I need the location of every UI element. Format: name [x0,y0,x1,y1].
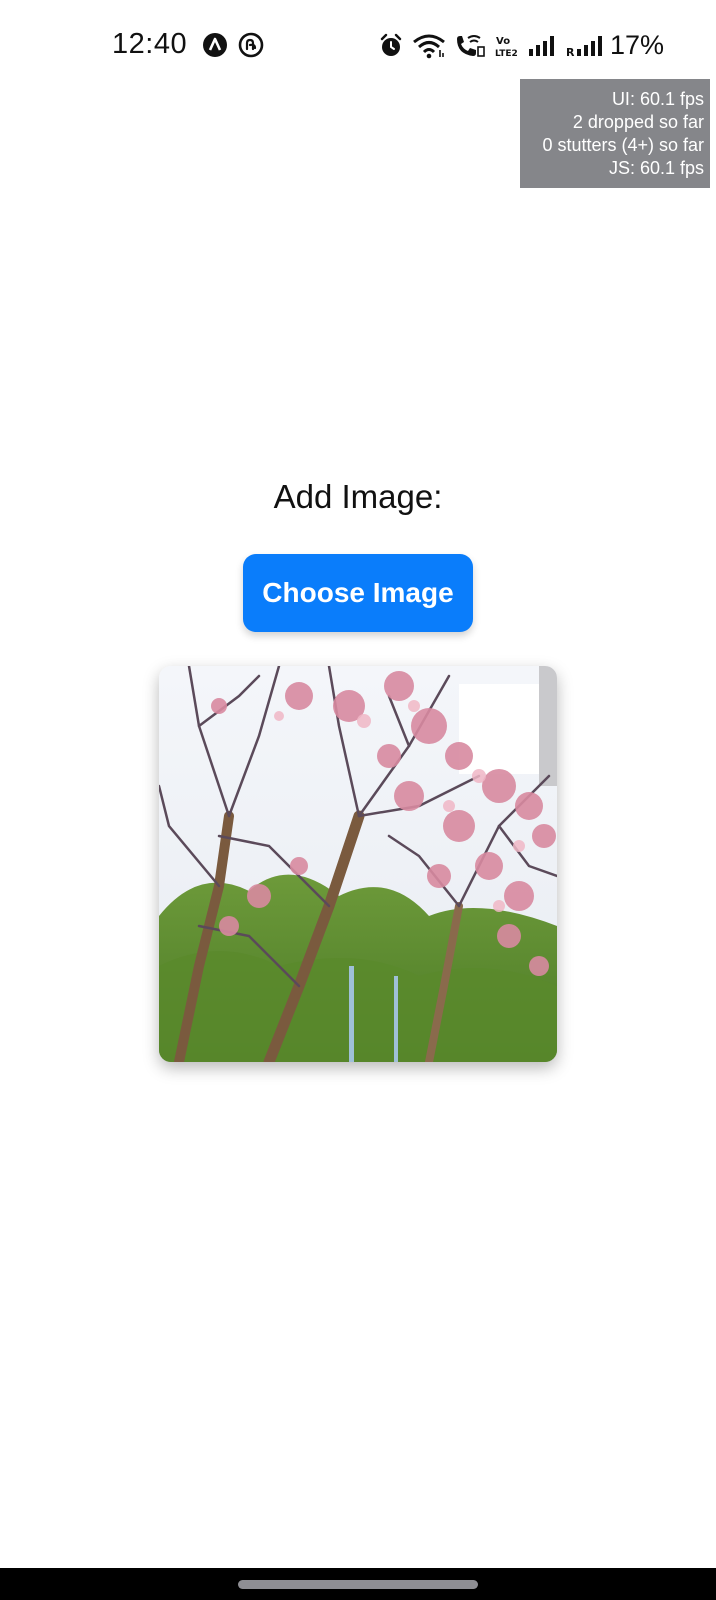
selected-image-preview [159,666,557,1062]
roaming-signal-icon: R [566,36,602,59]
dropped-frames-text: 2 dropped so far [572,112,704,132]
js-fps-text: JS: 60.1 fps [608,158,704,178]
signal-icon [529,36,554,56]
volte-icon: Vo LTE2 [495,36,518,59]
stutters-text: 0 stutters (4+) so far [542,135,704,155]
app-swirl-icon [238,32,264,58]
battery-percentage: 17% [610,30,665,60]
navigation-bar [0,1568,716,1600]
roaming-label: R [566,46,575,59]
ui-fps-text: UI: 60.1 fps [611,89,704,109]
wifi-icon [413,34,445,59]
clock: 12:40 [112,28,188,60]
add-image-heading: Add Image: [273,478,443,515]
app-screen: 12:40 Vo LTE2 R 17% UI: 60.1 fps 2 dropp… [0,0,716,1600]
notification-icons [202,32,264,58]
home-gesture-handle[interactable] [238,1580,478,1589]
wifi-calling-icon [457,35,485,57]
system-icons: Vo LTE2 R [378,30,606,62]
perf-monitor-overlay[interactable]: UI: 60.1 fps 2 dropped so far 0 stutters… [520,79,710,188]
svg-text:LTE2: LTE2 [495,49,518,59]
tree-blossom-photo [159,666,557,1062]
alarm-icon [380,33,402,56]
volte-label: Vo [496,36,510,47]
choose-image-button[interactable]: Choose Image [243,554,473,632]
app-a-icon [203,33,227,57]
